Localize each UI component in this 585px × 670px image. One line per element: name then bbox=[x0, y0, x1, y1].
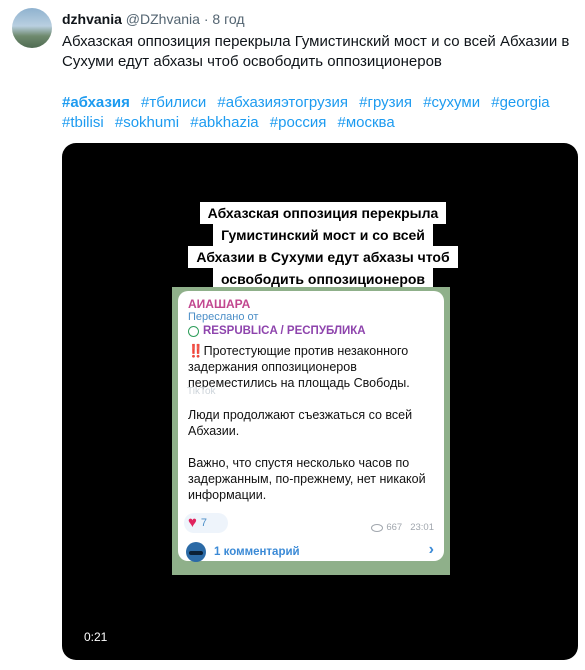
hashtag-link[interactable]: #abkhazia bbox=[190, 114, 258, 131]
hashtag-list: #абхазия #тбилиси #абхазияэтогрузия #гру… bbox=[62, 93, 582, 133]
double-exclamation-icon: ‼️ bbox=[188, 344, 204, 358]
forward-source: RESPUBLICA / РЕСПУБЛИКА bbox=[188, 325, 366, 337]
tweet-time[interactable]: 8 год bbox=[212, 11, 244, 27]
channel-title: АИАШАРА bbox=[188, 297, 251, 311]
avatar[interactable] bbox=[12, 8, 52, 48]
caption-line: Абхазии в Сухуми едут абхазы чтоб bbox=[188, 246, 458, 268]
hashtag-link[interactable]: #тбилиси bbox=[141, 94, 206, 111]
paragraph-text: Протестующие против незаконного задержан… bbox=[188, 344, 410, 390]
tweet-text: Абхазская оппозиция перекрыла Гумистинск… bbox=[62, 33, 570, 70]
telegram-screenshot: АИАШАРА Переслано от RESPUBLICA / РЕСПУБ… bbox=[172, 287, 450, 575]
user-handle[interactable]: @DZhvania bbox=[126, 11, 200, 27]
hashtag-link[interactable]: #москва bbox=[338, 114, 395, 131]
video-caption: Абхазская оппозиция перекрыла Гумистинск… bbox=[178, 202, 468, 290]
message-bubble: АИАШАРА Переслано от RESPUBLICA / РЕСПУБ… bbox=[178, 291, 444, 561]
message-paragraph: Важно, что спустя несколько часов по зад… bbox=[188, 456, 426, 502]
video-timer: 0:21 bbox=[84, 630, 108, 644]
hashtag-link[interactable]: #tbilisi bbox=[62, 114, 104, 131]
comments-row: 1 комментарий › bbox=[178, 537, 444, 567]
hashtag-link[interactable]: #сухуми bbox=[423, 94, 480, 111]
chevron-right-icon: › bbox=[428, 541, 434, 558]
hashtag-link[interactable]: #абхазия bbox=[62, 94, 130, 111]
hashtag-link[interactable]: #georgia bbox=[491, 94, 549, 111]
view-count: 667 bbox=[386, 522, 403, 533]
display-name[interactable]: dzhvania bbox=[62, 11, 122, 27]
heart-icon: ♥ bbox=[188, 514, 197, 531]
hashtag-link[interactable]: #sokhumi bbox=[115, 114, 179, 131]
reaction-badge: ♥ 7 bbox=[184, 513, 228, 533]
caption-line: Абхазская оппозиция перекрыла bbox=[199, 202, 447, 224]
separator: · bbox=[203, 11, 209, 27]
message-time: 23:01 bbox=[410, 522, 434, 533]
comments-label: 1 комментарий bbox=[214, 546, 300, 558]
video-player[interactable]: Абхазская оппозиция перекрыла Гумистинск… bbox=[62, 143, 578, 660]
channel-icon bbox=[188, 325, 199, 337]
message-paragraph: ‼️Протестующие против незаконного задерж… bbox=[188, 343, 442, 391]
commenter-avatar bbox=[186, 542, 206, 562]
caption-line: Гумистинский мост и со всей bbox=[213, 224, 433, 246]
message-paragraph: Люди продолжают съезжаться со всей Абхаз… bbox=[188, 408, 413, 438]
hashtag-link[interactable]: #грузия bbox=[359, 94, 412, 111]
reaction-count: 7 bbox=[200, 517, 208, 529]
forwarded-label: Переслано от bbox=[188, 311, 259, 323]
tweet-header: dzhvania @DZhvania · 8 год bbox=[62, 10, 245, 28]
hashtag-link[interactable]: #россия bbox=[270, 114, 327, 131]
hashtag-link[interactable]: #абхазияэтогрузия bbox=[217, 94, 348, 111]
eye-icon bbox=[371, 523, 384, 532]
tiktok-watermark: TikTok bbox=[187, 386, 216, 397]
message-meta: 667 23:01 bbox=[371, 522, 434, 533]
source-name: RESPUBLICA / РЕСПУБЛИКА bbox=[203, 325, 366, 337]
